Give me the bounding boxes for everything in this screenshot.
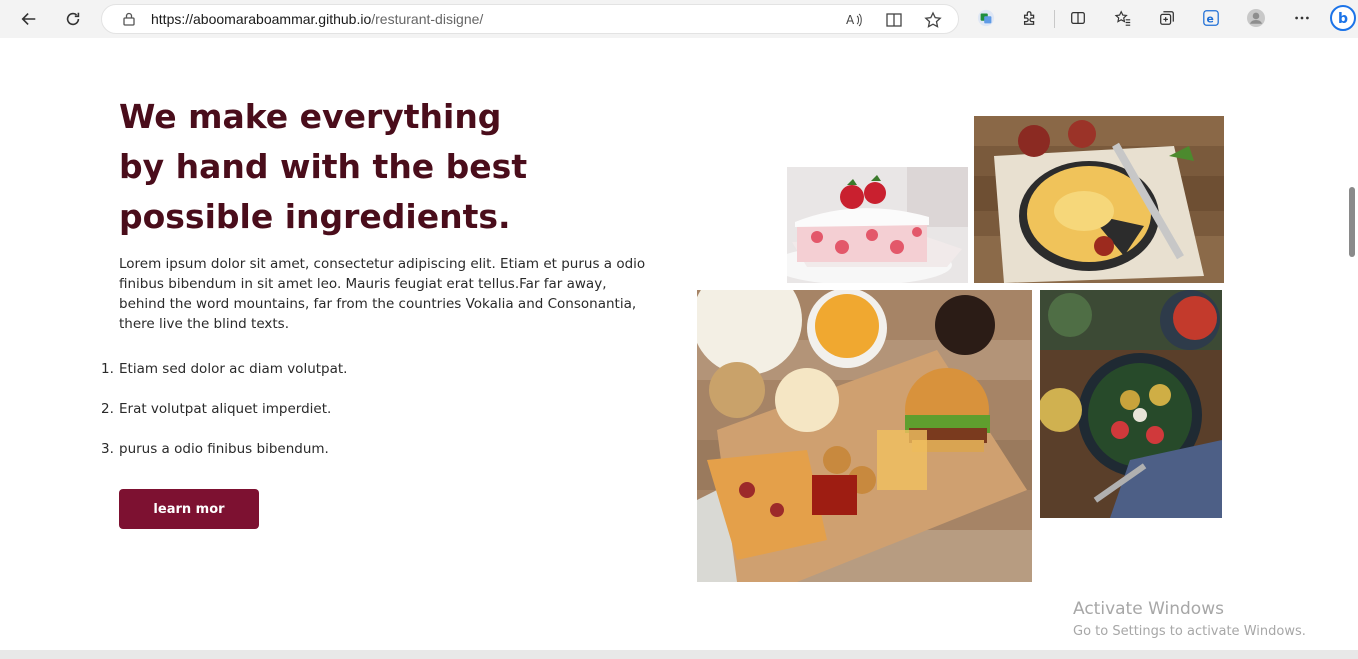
svg-text:e: e	[1207, 13, 1214, 26]
list-number: 2.	[101, 401, 114, 417]
section-heading: We make everything by hand with the best…	[119, 97, 528, 236]
more-icon[interactable]	[1292, 8, 1312, 28]
feature-list: 1. Etiam sed dolor ac diam volutpat. 2. Er…	[101, 359, 501, 479]
svg-text:A: A	[846, 13, 855, 27]
favorite-star-icon[interactable]	[924, 11, 942, 29]
section-paragraph: Lorem ipsum dolor sit amet, consectetur …	[119, 256, 646, 332]
list-number: 1.	[101, 361, 114, 377]
extensions-icon[interactable]	[1020, 8, 1040, 28]
edge-icon[interactable]: e	[1201, 8, 1221, 28]
scrollbar-thumb[interactable]	[1349, 187, 1355, 257]
fast-food-image	[697, 290, 1032, 582]
list-number: 3.	[101, 441, 114, 457]
list-text: Erat volutpat aliquet imperdiet.	[119, 401, 332, 417]
split-screen-icon[interactable]	[1068, 8, 1088, 28]
collections-icon[interactable]	[1157, 8, 1177, 28]
strawberry-cake-image	[787, 167, 968, 283]
list-item: 3. purus a odio finibus bibendum.	[101, 439, 501, 479]
svg-text:b: b	[1338, 11, 1348, 27]
scrollbar[interactable]	[1344, 38, 1358, 650]
list-text: Etiam sed dolor ac diam volutpat.	[119, 361, 348, 377]
back-icon[interactable]	[16, 6, 42, 32]
list-item: 2. Erat volutpat aliquet imperdiet.	[101, 399, 501, 439]
window-bottom-edge	[0, 650, 1358, 659]
learn-more-button[interactable]: learn mor	[119, 489, 259, 529]
activate-windows-title: Activate Windows	[1073, 599, 1224, 619]
favorites-icon[interactable]	[1113, 8, 1133, 28]
immersive-reader-icon[interactable]	[885, 11, 903, 29]
salad-bowl-image	[1040, 290, 1222, 518]
lock-icon[interactable]	[122, 12, 136, 26]
profile-icon[interactable]	[1246, 8, 1266, 28]
pie-image	[974, 116, 1224, 283]
activate-windows-subtitle: Go to Settings to activate Windows.	[1073, 624, 1306, 639]
bing-icon[interactable]: b	[1330, 5, 1356, 31]
address-bar[interactable]: https://aboomaraboammar.github.io/restur…	[101, 4, 959, 34]
refresh-icon[interactable]	[60, 6, 86, 32]
list-item: 1. Etiam sed dolor ac diam volutpat.	[101, 359, 501, 399]
read-aloud-icon[interactable]: A	[845, 11, 863, 29]
translate-icon[interactable]	[976, 8, 996, 28]
url-text[interactable]: https://aboomaraboammar.github.io/restur…	[151, 11, 483, 27]
list-text: purus a odio finibus bibendum.	[119, 441, 329, 457]
browser-toolbar: https://aboomaraboammar.github.io/restur…	[0, 0, 1358, 38]
toolbar-divider	[1054, 10, 1055, 28]
